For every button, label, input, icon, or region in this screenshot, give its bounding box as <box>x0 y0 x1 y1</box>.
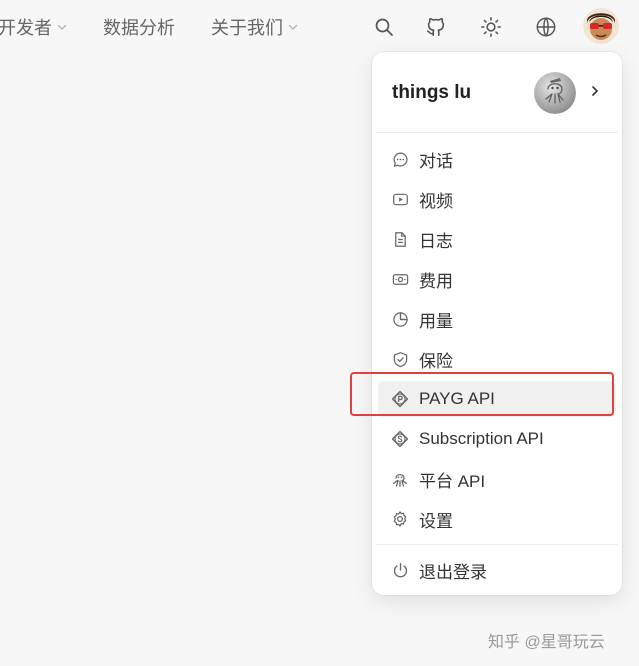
chat-icon <box>391 150 409 168</box>
menu-item-label: 保险 <box>419 351 453 371</box>
document-icon <box>391 230 409 248</box>
menu-item-label: 视频 <box>419 191 453 211</box>
menu-item-video[interactable]: 视频 <box>378 181 616 217</box>
menu-item-label: PAYG API <box>419 389 495 408</box>
menu-item-billing[interactable]: 费用 <box>378 261 616 297</box>
menu-item-chat[interactable]: 对话 <box>378 141 616 177</box>
avatar[interactable] <box>583 8 619 44</box>
power-icon <box>391 561 409 579</box>
logout-label: 退出登录 <box>419 562 487 582</box>
menu-item-logs[interactable]: 日志 <box>378 221 616 257</box>
menu-item-label: 设置 <box>419 511 453 531</box>
s-coin-icon <box>391 430 409 448</box>
menu-item-insurance[interactable]: 保险 <box>378 341 616 377</box>
user-dropdown-menu: things lu 对话 视频 日志 费用 用量 保险 PAYG API Sub… <box>372 52 622 595</box>
menu-item-label: 平台 API <box>419 471 486 491</box>
gear-icon <box>391 510 409 528</box>
sun-icon[interactable] <box>476 12 506 42</box>
octopus-icon <box>391 470 409 488</box>
menu-item-label: Subscription API <box>419 429 544 448</box>
watermark: 知乎 @星哥玩云 <box>488 634 605 651</box>
nav-about-label: 关于我们 <box>211 18 283 38</box>
menu-item-platform-api[interactable]: 平台 API <box>378 461 616 497</box>
user-profile-header[interactable]: things lu <box>372 52 622 132</box>
shield-icon <box>391 350 409 368</box>
menu-divider <box>376 132 618 133</box>
menu-divider <box>376 544 618 545</box>
globe-icon[interactable] <box>531 12 561 42</box>
github-icon[interactable] <box>421 12 451 42</box>
top-nav: 开发者 数据分析 关于我们 <box>0 0 639 54</box>
nav-developers-label: 开发者 <box>0 18 52 38</box>
video-icon <box>391 190 409 208</box>
pie-chart-icon <box>391 310 409 328</box>
chevron-down-icon <box>56 21 68 33</box>
menu-item-label: 对话 <box>419 151 453 171</box>
chevron-right-icon <box>589 84 601 103</box>
user-avatar <box>534 72 576 114</box>
menu-item-label: 用量 <box>419 311 453 331</box>
menu-item-label: 费用 <box>419 271 453 291</box>
user-name: things lu <box>392 82 472 103</box>
search-icon[interactable] <box>369 12 399 42</box>
nav-data-analysis[interactable]: 数据分析 <box>103 14 175 40</box>
money-icon <box>391 270 409 288</box>
menu-item-payg-api[interactable]: PAYG API <box>378 381 616 417</box>
menu-item-subscription-api[interactable]: Subscription API <box>378 421 616 457</box>
menu-item-label: 日志 <box>419 231 453 251</box>
chevron-down-icon <box>287 21 299 33</box>
logout-button[interactable]: 退出登录 <box>378 552 616 588</box>
menu-item-settings[interactable]: 设置 <box>378 501 616 537</box>
p-coin-icon <box>391 390 409 408</box>
page: 开发者 数据分析 关于我们 things lu 对话 视频 日志 费用 用量 保… <box>0 0 639 666</box>
menu-item-usage[interactable]: 用量 <box>378 301 616 337</box>
nav-developers[interactable]: 开发者 <box>0 14 68 40</box>
nav-data-analysis-label: 数据分析 <box>103 18 175 38</box>
nav-about[interactable]: 关于我们 <box>211 14 299 40</box>
